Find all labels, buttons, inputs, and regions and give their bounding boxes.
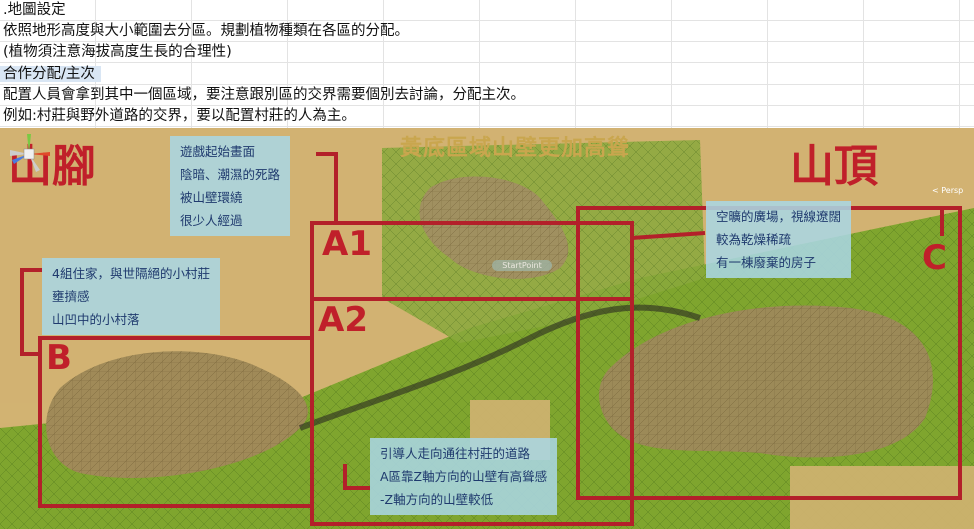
zone-a1-label: A1: [322, 224, 372, 264]
sheet-row-3[interactable]: (植物須注意海拔高度生長的合理性): [0, 42, 974, 63]
sheet-row-1-text: .地圖設定: [3, 2, 66, 18]
note-c-line: 較為乾燥稀疏: [716, 232, 792, 247]
terrain-map-image: 山腳 山頂 黃底區域山壁更加高聳 StartPoint A1 A2 B C 遊戲…: [0, 128, 974, 529]
start-point-marker[interactable]: StartPoint: [492, 260, 552, 271]
sheet-row-6-text: 例如:村莊與野外道路的交界，要以配置村莊的人為主。: [3, 108, 356, 124]
sheet-row-2[interactable]: 依照地形高度與大小範圍去分區。規劃植物種類在各區的分配。: [0, 21, 974, 42]
sheet-row-5-text: 配置人員會拿到其中一個區域，要注意跟別區的交界需要個別去討論，分配主次。: [3, 87, 525, 103]
note-a1-line: 遊戲起始畫面: [180, 144, 256, 159]
zone-a2-label: A2: [318, 300, 368, 340]
sheet-row-1[interactable]: .地圖設定: [0, 0, 974, 21]
note-road-line: 引導人走向通往村莊的道路: [380, 446, 531, 461]
note-b-line: 壅擠感: [52, 289, 90, 304]
sheet-row-6[interactable]: 例如:村莊與野外道路的交界，要以配置村莊的人為主。: [0, 106, 974, 127]
note-c-line: 空曠的廣場，視線遼闊: [716, 209, 842, 224]
zone-b-label: B: [46, 338, 72, 378]
note-a1: 遊戲起始畫面 陰暗、潮濕的死路 被山壁環繞 很少人經過: [170, 136, 291, 236]
note-b-line: 4組住家，與世隔絕的小村莊: [52, 266, 210, 281]
persp-label[interactable]: < Persp: [932, 186, 963, 195]
zone-c-label: C: [922, 238, 947, 278]
note-c: 空曠的廣場，視線遼闊 較為乾燥稀疏 有一棟廢棄的房子: [706, 201, 852, 278]
sheet-row-5[interactable]: 配置人員會拿到其中一個區域，要注意跟別區的交界需要個別去討論，分配主次。: [0, 85, 974, 106]
sheet-row-3-text: (植物須注意海拔高度生長的合理性): [3, 44, 232, 60]
scene-gizmo-icon[interactable]: [0, 128, 58, 180]
note-road-line: -Z軸方向的山壁較低: [380, 492, 494, 507]
note-road: 引導人走向通往村莊的道路 A區靠Z軸方向的山壁有高聳感 -Z軸方向的山壁較低: [370, 438, 558, 515]
sheet-row-2-text: 依照地形高度與大小範圍去分區。規劃植物種類在各區的分配。: [3, 23, 409, 39]
note-road-line: A區靠Z軸方向的山壁有高聳感: [380, 469, 548, 484]
note-c-line: 有一棟廢棄的房子: [716, 255, 817, 270]
sheet-row-4-text: 合作分配/主次: [0, 66, 101, 82]
note-a1-line: 陰暗、潮濕的死路: [180, 167, 281, 182]
cliff-banner: 黃底區域山壁更加高聳: [400, 136, 631, 161]
note-a1-pointer: [316, 152, 338, 223]
note-b: 4組住家，與世隔絕的小村莊 壅擠感 山凹中的小村落: [42, 258, 220, 335]
spreadsheet-area: .地圖設定 依照地形高度與大小範圍去分區。規劃植物種類在各區的分配。 (植物須注…: [0, 0, 974, 128]
title-mountain-top: 山頂: [790, 141, 878, 192]
note-a1-line: 被山壁環繞: [180, 190, 243, 205]
note-b-line: 山凹中的小村落: [52, 312, 140, 327]
sheet-row-4[interactable]: 合作分配/主次: [0, 64, 974, 85]
note-a1-line: 很少人經過: [180, 213, 243, 228]
